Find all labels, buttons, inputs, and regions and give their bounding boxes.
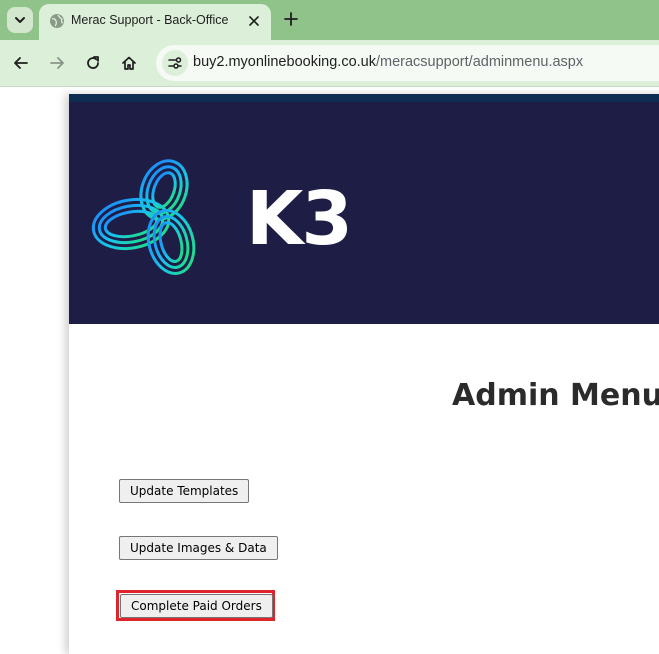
page-content: K3 Admin Menu xyxy=(69,94,659,654)
k3-knot-logo-icon xyxy=(91,159,196,275)
url-path: /meracsupport/adminmenu.aspx xyxy=(375,54,584,70)
new-tab-button[interactable] xyxy=(280,8,302,30)
close-icon xyxy=(249,16,259,26)
forward-button[interactable] xyxy=(45,51,69,75)
reload-button[interactable] xyxy=(81,51,105,75)
url-host: buy2.myonlinebooking.co.uk xyxy=(193,54,376,70)
browser-toolbar: buy2.myonlinebooking.co.uk/meracsupport/… xyxy=(0,40,659,87)
close-tab-button[interactable] xyxy=(245,12,263,30)
site-info-button[interactable] xyxy=(162,50,188,76)
back-button[interactable] xyxy=(9,51,33,75)
tab-search-icon xyxy=(15,17,25,23)
complete-paid-orders-button[interactable]: Complete Paid Orders xyxy=(120,594,273,618)
update-images-data-button[interactable]: Update Images & Data xyxy=(119,536,278,560)
header-banner: K3 xyxy=(69,102,659,324)
page-title: Admin Menu xyxy=(452,378,659,413)
tab-strip: Merac Support - Back-Office xyxy=(0,0,659,40)
url-text: buy2.myonlinebooking.co.uk/meracsupport/… xyxy=(193,54,583,70)
logo-text: K3 xyxy=(246,176,353,262)
update-templates-button[interactable]: Update Templates xyxy=(119,479,250,503)
back-arrow-icon xyxy=(14,57,28,69)
banner-top-strip xyxy=(69,94,659,102)
page-viewport: K3 Admin Menu Update Templates Update Im… xyxy=(0,87,659,654)
tab-title: Merac Support - Back-Office xyxy=(71,13,229,27)
home-button[interactable] xyxy=(117,51,141,75)
forward-arrow-icon xyxy=(50,57,64,69)
k3-logo: K3 xyxy=(89,154,353,284)
globe-icon xyxy=(50,14,64,28)
address-bar[interactable]: buy2.myonlinebooking.co.uk/meracsupport/… xyxy=(156,45,659,81)
home-icon xyxy=(122,56,136,70)
active-tab[interactable]: Merac Support - Back-Office xyxy=(39,4,271,40)
site-info-icon xyxy=(168,57,182,69)
reload-icon xyxy=(87,56,99,69)
tab-search-button[interactable] xyxy=(7,7,33,33)
plus-icon xyxy=(284,12,298,26)
